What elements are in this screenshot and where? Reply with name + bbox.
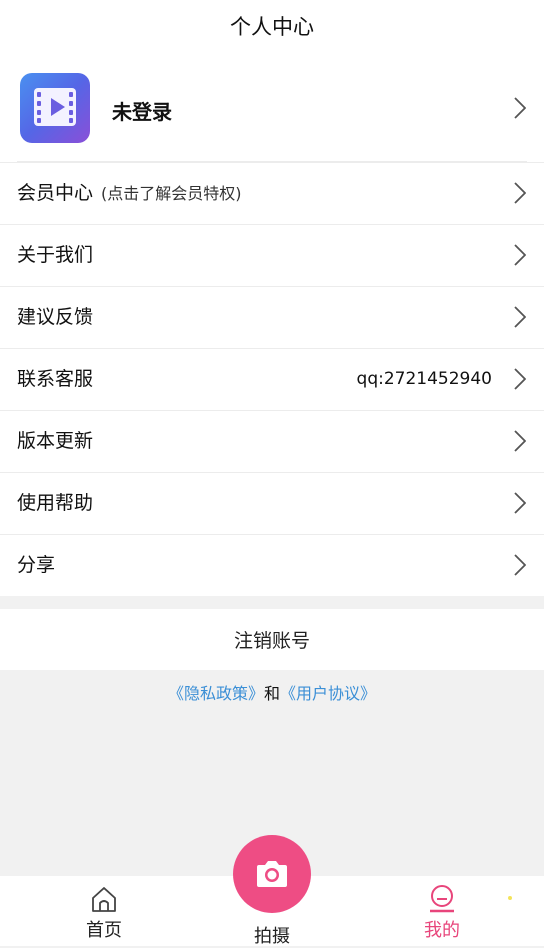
chevron-right-icon — [514, 554, 526, 576]
chevron-right-icon — [514, 492, 526, 514]
menu-item-membership[interactable]: 会员中心 (点击了解会员特权) — [0, 162, 544, 224]
logout-label: 注销账号 — [233, 630, 310, 652]
menu-item-about-us[interactable]: 关于我们 — [0, 224, 544, 286]
page-header: 个人中心 — [0, 0, 544, 52]
menu-item-label: 联系客服 — [17, 368, 94, 390]
play-icon — [51, 98, 65, 116]
chevron-right-icon — [514, 430, 526, 452]
tab-home[interactable]: 首页 — [44, 876, 164, 946]
chevron-right-icon — [514, 97, 526, 119]
chevron-right-icon — [514, 182, 526, 204]
menu-item-label: 建议反馈 — [17, 306, 94, 328]
policy-links: 《隐私政策》和《用户协议》 — [0, 680, 544, 704]
profile-row[interactable]: 未登录 — [0, 52, 544, 162]
menu-item-hint: (点击了解会员特权) — [101, 184, 242, 203]
page-title: 个人中心 — [230, 15, 314, 39]
chevron-right-icon — [514, 368, 526, 390]
avatar[interactable] — [20, 73, 90, 143]
menu-item-label: 版本更新 — [17, 430, 94, 452]
chevron-right-icon — [514, 244, 526, 266]
menu-item-label: 分享 — [17, 554, 56, 576]
shoot-button[interactable] — [233, 835, 311, 913]
menu-item-feedback[interactable]: 建议反馈 — [0, 286, 544, 348]
contact-qq: qq:2721452940 — [356, 369, 492, 389]
menu-item-version-update[interactable]: 版本更新 — [0, 410, 544, 472]
menu-item-customer-service[interactable]: 联系客服 qq:2721452940 — [0, 348, 544, 410]
tab-me[interactable]: 我的 — [382, 876, 502, 946]
chevron-right-icon — [514, 306, 526, 328]
menu-item-label: 关于我们 — [17, 244, 94, 266]
user-agreement-link[interactable]: 《用户协议》 — [280, 684, 376, 703]
home-icon — [89, 884, 119, 918]
logout-account-button[interactable]: 注销账号 — [0, 609, 544, 670]
menu-item-share[interactable]: 分享 — [0, 534, 544, 596]
tab-label: 我的 — [424, 920, 460, 941]
shoot-label: 拍摄 — [254, 926, 290, 947]
login-status: 未登录 — [112, 100, 172, 124]
menu-item-help[interactable]: 使用帮助 — [0, 472, 544, 534]
menu-item-label: 会员中心 — [17, 182, 94, 204]
menu-item-label: 使用帮助 — [17, 492, 94, 514]
user-icon — [427, 884, 457, 918]
settings-menu: 会员中心 (点击了解会员特权) 关于我们 建议反馈 联系客服 qq:2721452… — [0, 162, 544, 596]
privacy-policy-link[interactable]: 《隐私政策》 — [168, 684, 264, 703]
policy-conjunction: 和 — [263, 684, 280, 703]
tab-label: 首页 — [86, 920, 122, 941]
